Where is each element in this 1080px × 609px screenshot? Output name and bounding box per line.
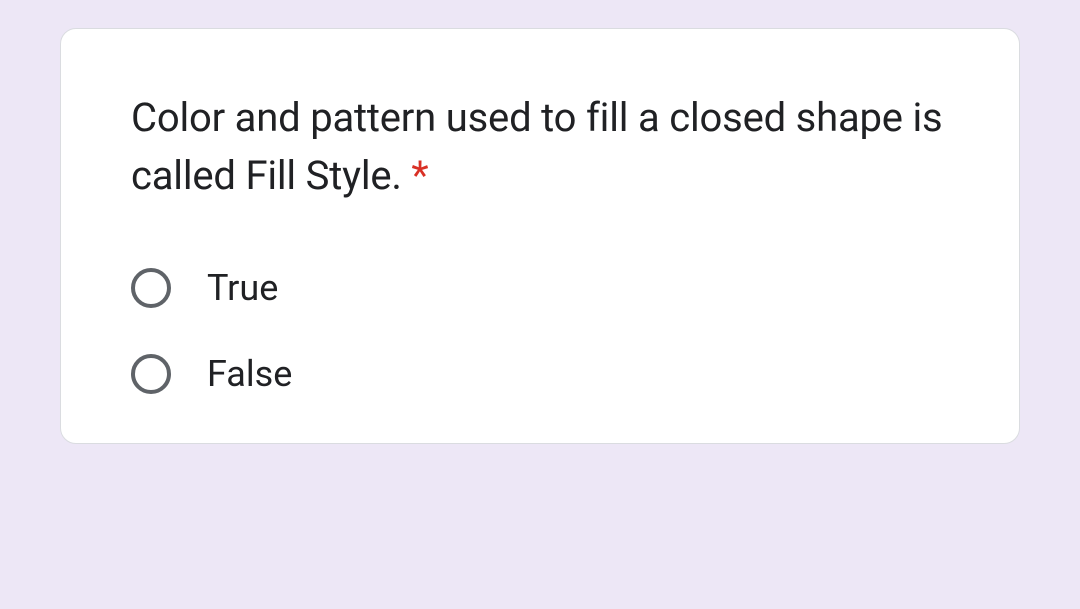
option-label: True bbox=[207, 267, 278, 309]
question-card: Color and pattern used to fill a closed … bbox=[60, 28, 1020, 444]
option-label: False bbox=[207, 353, 292, 395]
radio-icon bbox=[131, 354, 171, 394]
options-group: True False bbox=[131, 267, 949, 395]
required-asterisk: * bbox=[411, 152, 428, 199]
radio-option-false[interactable]: False bbox=[131, 353, 949, 395]
radio-option-true[interactable]: True bbox=[131, 267, 949, 309]
radio-icon bbox=[131, 268, 171, 308]
question-text-content: Color and pattern used to fill a closed … bbox=[131, 94, 942, 199]
question-text: Color and pattern used to fill a closed … bbox=[131, 89, 949, 205]
